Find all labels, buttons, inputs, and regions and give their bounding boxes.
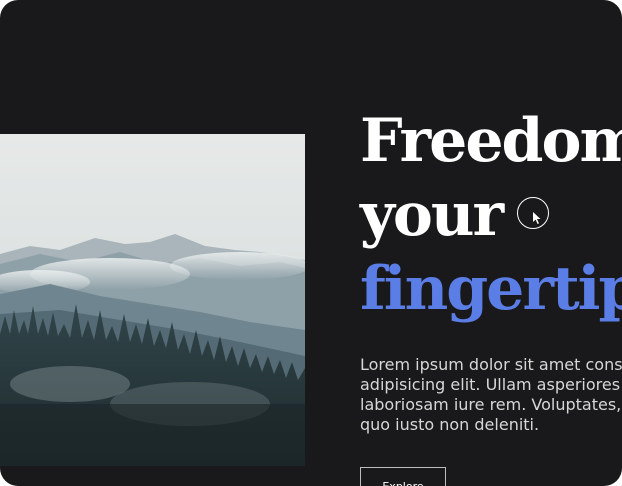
headline-line-1: Freedom at: [360, 106, 622, 176]
description-line-1: Lorem ipsum dolor sit amet consectetur: [360, 355, 622, 374]
description-line-4: quo iusto non deleniti.: [360, 415, 540, 434]
description-line-2: adipisicing elit. Ullam asperiores: [360, 375, 621, 394]
headline-line-2: your: [360, 180, 504, 250]
app-window: Freedom at your fingertips. Lorem ipsum …: [0, 0, 622, 486]
cursor-indicator: [517, 197, 549, 229]
pointer-cursor-icon: [533, 212, 541, 224]
description-line-3: laboriosam iure rem. Voluptates,: [360, 395, 622, 414]
headline-accent: fingertips.: [360, 254, 622, 324]
mountain-forest-image: [0, 134, 305, 466]
hero-headline: Freedom at your fingertips.: [360, 104, 622, 326]
hero-description: Lorem ipsum dolor sit amet consectetur a…: [360, 355, 622, 435]
explore-button[interactable]: Explore: [360, 467, 446, 486]
